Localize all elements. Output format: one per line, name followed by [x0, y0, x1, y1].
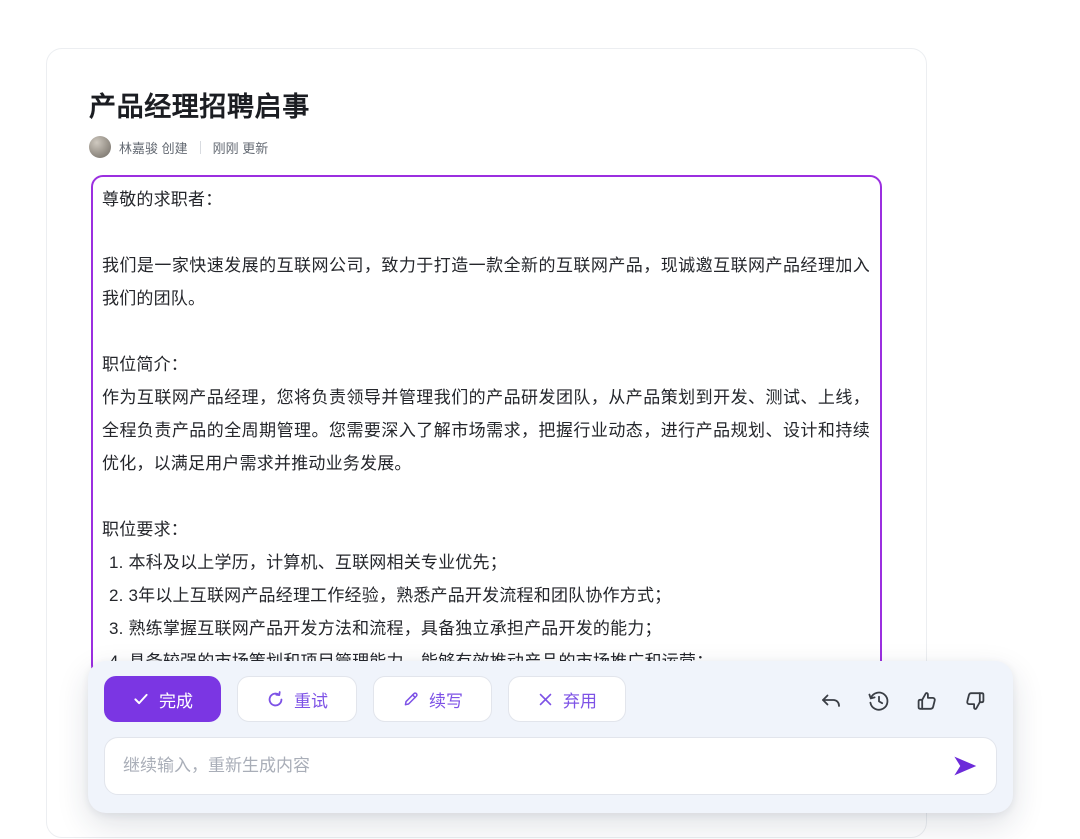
app-window: 产品经理招聘启事 林嘉骏 创建 刚刚 更新 尊敬的求职者： 我们是一家快速发展的…	[0, 0, 1080, 839]
content-list-item: 3. 熟练掌握互联网产品开发方法和流程，具备独立承担产品开发的能力；	[102, 612, 870, 645]
close-icon	[537, 691, 554, 708]
retry-icon	[266, 690, 285, 709]
retry-button-label: 重试	[294, 687, 328, 712]
discard-button[interactable]: 弃用	[508, 676, 626, 722]
thumbs-down-icon[interactable]	[963, 689, 987, 713]
continue-writing-button[interactable]: 续写	[373, 676, 492, 722]
send-icon[interactable]	[950, 751, 980, 781]
pencil-icon	[402, 690, 420, 708]
content-line: 作为互联网产品经理，您将负责领导并管理我们的产品研发团队，从产品策划到开发、测试…	[102, 381, 870, 480]
page-title: 产品经理招聘启事	[89, 85, 310, 124]
done-button[interactable]: 完成	[104, 676, 221, 722]
content-line-blank	[102, 216, 870, 249]
retry-button[interactable]: 重试	[237, 676, 357, 722]
feedback-icon-group	[819, 689, 987, 713]
content-line: 职位简介：	[102, 348, 870, 381]
content-line: 职位要求：	[102, 513, 870, 546]
content-list-item: 2. 3年以上互联网产品经理工作经验，熟悉产品开发流程和团队协作方式；	[102, 579, 870, 612]
ai-generated-content-block[interactable]: 尊敬的求职者： 我们是一家快速发展的互联网公司，致力于打造一款全新的互联网产品，…	[91, 175, 882, 677]
meta-divider	[200, 141, 201, 154]
continue-button-label: 续写	[429, 687, 463, 712]
created-by-label: 林嘉骏 创建	[119, 138, 188, 157]
discard-button-label: 弃用	[563, 687, 597, 712]
prompt-input-row	[104, 737, 997, 795]
content-line: 尊敬的求职者：	[102, 183, 870, 216]
content-line-blank	[102, 480, 870, 513]
ai-action-panel: 完成 重试 续写 弃用	[88, 661, 1013, 813]
thumbs-up-icon[interactable]	[915, 689, 939, 713]
document-meta: 林嘉骏 创建 刚刚 更新	[89, 135, 268, 159]
avatar	[89, 136, 111, 158]
done-button-label: 完成	[159, 687, 193, 712]
updated-label: 刚刚 更新	[213, 138, 269, 157]
prompt-input[interactable]	[123, 756, 950, 776]
history-icon[interactable]	[867, 689, 891, 713]
content-line-blank	[102, 315, 870, 348]
ai-button-row: 完成 重试 续写 弃用	[104, 676, 626, 722]
content-line: 我们是一家快速发展的互联网公司，致力于打造一款全新的互联网产品，现诚邀互联网产品…	[102, 249, 870, 315]
content-list-item: 1. 本科及以上学历，计算机、互联网相关专业优先；	[102, 546, 870, 579]
check-icon	[132, 690, 150, 708]
undo-icon[interactable]	[819, 689, 843, 713]
